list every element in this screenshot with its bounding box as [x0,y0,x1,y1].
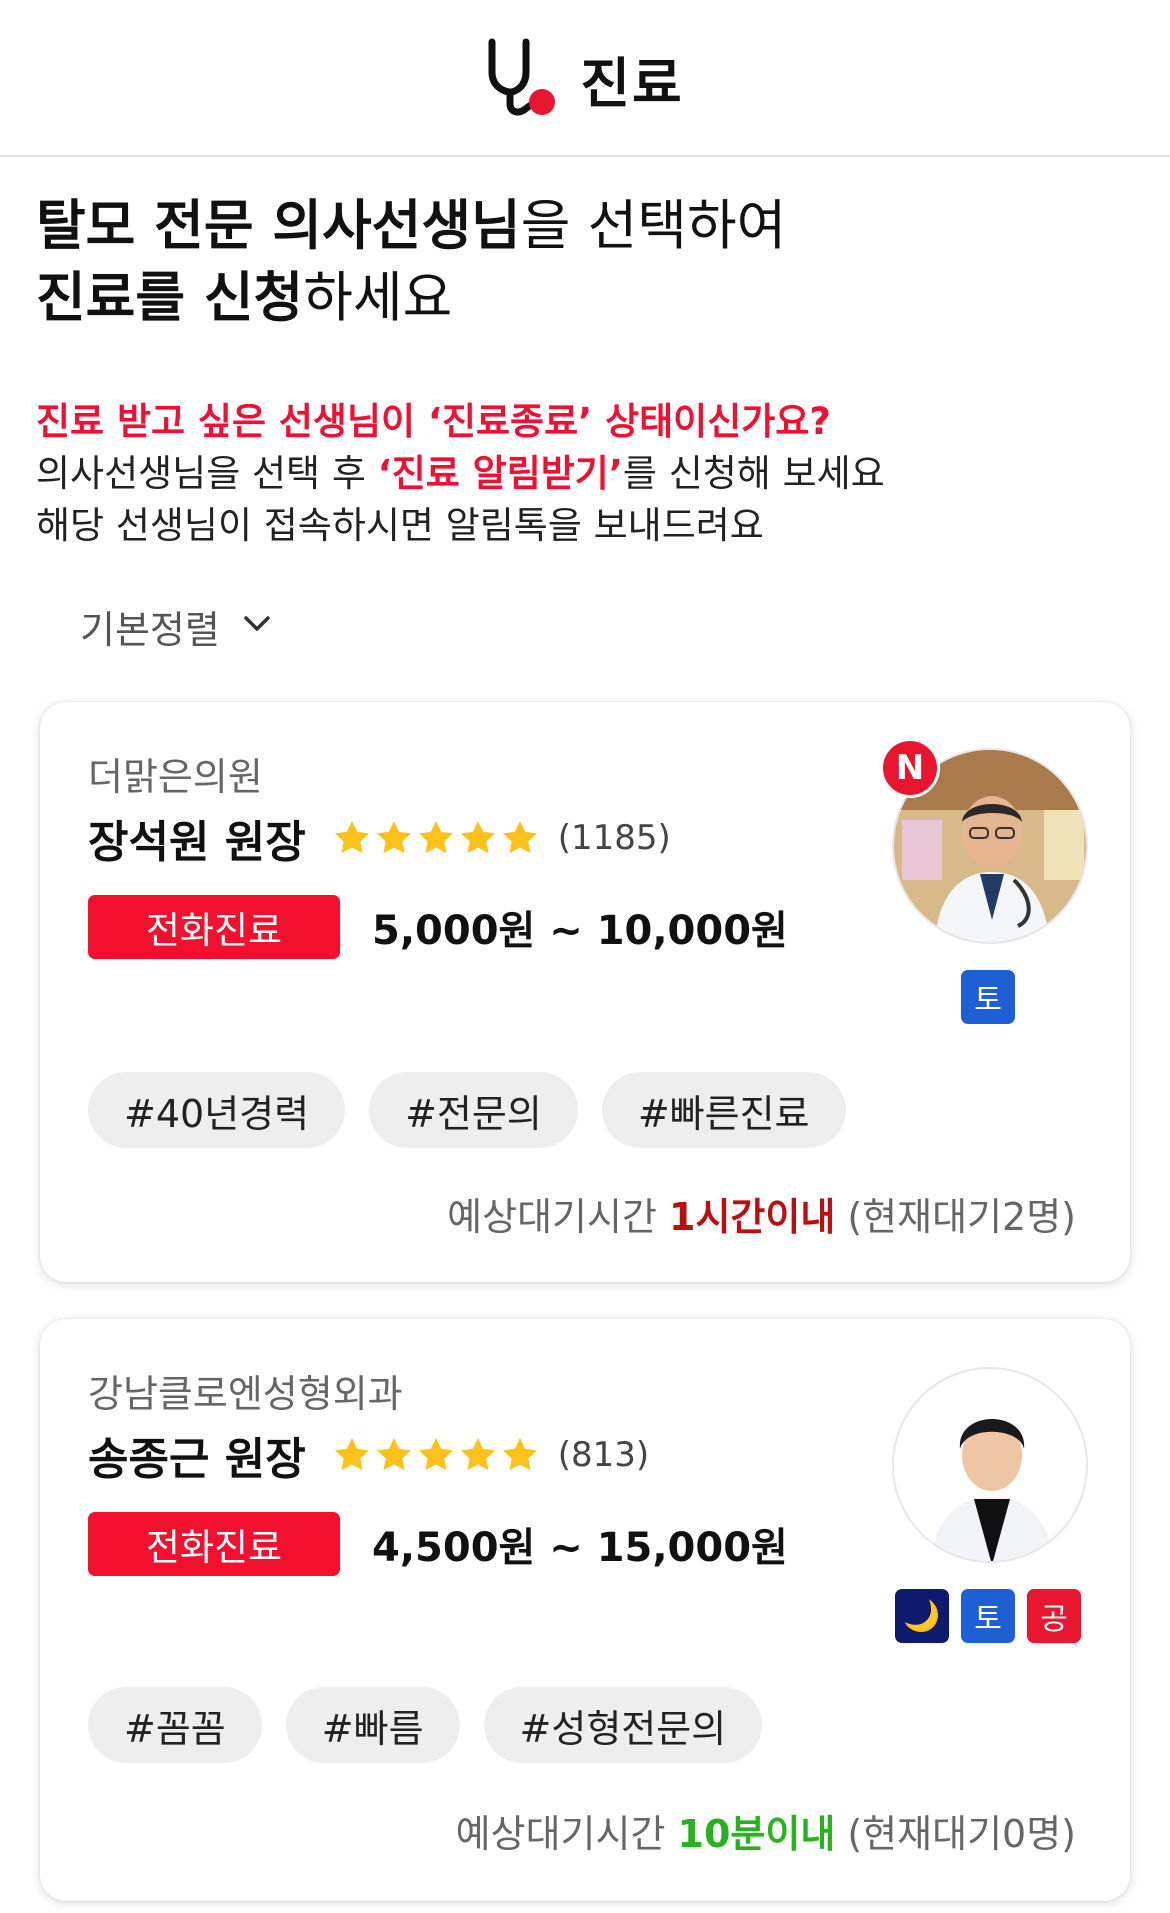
day-badge-holiday: 공 [1027,1589,1081,1643]
doctor-tags: #40년경력 #전문의 #빠른진료 [88,1072,846,1148]
notice-question: 진료 받고 싶은 선생님이 ‘진료종료’ 상태이신가요? [36,400,831,443]
tag-chip[interactable]: #40년경력 [88,1072,346,1148]
tag-chip[interactable]: #빠른진료 [601,1072,846,1148]
night-icon: 🌙 [895,1589,949,1643]
tag-chip[interactable]: #전문의 [369,1072,578,1148]
intro-heading: 탈모 전문 의사선생님을 선택하여 진료를 신청하세요 [36,190,1136,334]
doctor-card[interactable]: 강남클로엔성형외과 송종근 원장 (813) 전화진료 4,500원 ~ 15,… [40,1319,1130,1901]
intro-line-2: 진료를 신청하세요 [36,266,453,329]
rating-count: (813) [557,1435,650,1475]
app-header: 진료 [0,0,1170,157]
wait-time: 예상대기시간 1시간이내 (현재대기2명) [447,1195,1076,1239]
doctor-photo [892,1367,1088,1563]
star-icon [376,821,411,854]
day-badge-saturday: 토 [961,970,1015,1024]
day-badge-saturday: 토 [961,1589,1015,1643]
tag-chip[interactable]: #빠름 [285,1687,460,1763]
chevron-down-icon [242,614,272,638]
star-icon [334,1438,369,1471]
doctor-card[interactable]: 더맑은의원 장석원 원장 (1185) 전화진료 5,000원 ~ 10,000… [40,702,1130,1282]
doctor-name: 장석원 원장 [88,817,306,868]
doctor-name: 송종근 원장 [88,1434,306,1485]
phone-consult-badge: 전화진료 [88,1512,340,1576]
sort-dropdown[interactable]: 기본정렬 [80,596,272,656]
notify-notice: 진료 받고 싶은 선생님이 ‘진료종료’ 상태이신가요? 의사선생님을 선택 후… [36,396,1136,552]
notice-instruction: 의사선생님을 선택 후 ‘진료 알림받기’를 신청해 보세요 [36,452,885,495]
rating-stars [332,818,540,858]
tag-chip[interactable]: #성형전문의 [483,1687,763,1763]
tag-chip[interactable]: #꼼꼼 [88,1687,262,1763]
star-icon [502,1438,537,1471]
star-icon [376,1438,411,1471]
new-badge: N [880,738,940,798]
header-title-group: 진료 [0,38,1170,118]
price-range: 5,000원 ~ 10,000원 [372,908,788,954]
intro-line-1: 탈모 전문 의사선생님을 선택하여 [36,194,787,257]
star-icon [502,821,537,854]
doctor-tags: #꼼꼼 #빠름 #성형전문의 [88,1687,763,1763]
price-range: 4,500원 ~ 15,000원 [372,1525,788,1571]
rating-stars [332,1435,540,1475]
star-icon [460,821,495,854]
available-days: 토 [961,970,1015,1024]
star-icon [460,1438,495,1471]
stethoscope-icon [486,38,558,118]
doctor-header: 장석원 원장 (1185) [88,808,671,868]
price-row: 전화진료 4,500원 ~ 15,000원 [88,1511,788,1577]
page-title: 진료 [580,51,684,115]
phone-consult-badge: 전화진료 [88,895,340,959]
available-days: 🌙 토 공 [895,1589,1081,1643]
notice-info: 해당 선생님이 접속하시면 알림톡을 보내드려요 [36,504,764,547]
star-icon [418,1438,453,1471]
clinic-name: 더맑은의원 [88,755,263,799]
price-row: 전화진료 5,000원 ~ 10,000원 [88,894,788,960]
clinic-name: 강남클로엔성형외과 [88,1372,403,1416]
doctor-header: 송종근 원장 (813) [88,1425,649,1485]
wait-time: 예상대기시간 10분이내 (현재대기0명) [455,1812,1076,1856]
sort-label: 기본정렬 [80,607,220,652]
star-icon [418,821,453,854]
star-icon [334,821,369,854]
rating-count: (1185) [557,818,671,858]
